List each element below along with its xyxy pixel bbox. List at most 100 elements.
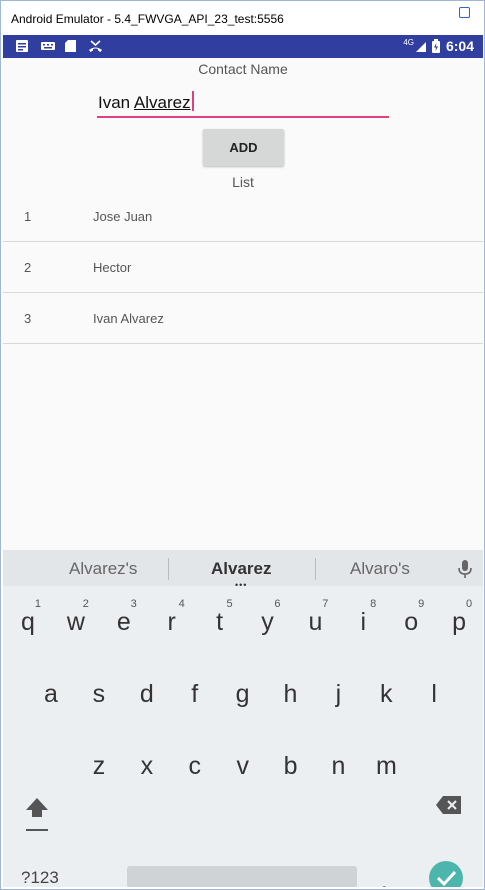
key-a[interactable]: a (29, 666, 73, 722)
key-d[interactable]: d (125, 666, 169, 722)
key-k[interactable]: k (364, 666, 408, 722)
add-button[interactable]: ADD (203, 129, 284, 166)
key-h[interactable]: h (269, 666, 313, 722)
list-item[interactable]: 2 Hector (3, 242, 483, 293)
key-l[interactable]: l (412, 666, 456, 722)
list-item-name: Ivan Alvarez (93, 311, 164, 326)
shift-key-icon[interactable] (23, 794, 51, 834)
suggestion-strip: Alvarez's Alvarez ••• Alvaro's (3, 550, 483, 590)
key-number-hint: 2 (82, 598, 89, 610)
key-letter: e (116, 608, 131, 636)
microphone-icon[interactable] (457, 559, 473, 579)
key-letter: l (431, 680, 437, 708)
missed-call-icon (89, 40, 102, 52)
key-g[interactable]: g (221, 666, 265, 722)
suggestion-divider (315, 558, 316, 580)
sd-card-icon (65, 40, 76, 52)
key-number-hint: 4 (178, 598, 185, 610)
key-r[interactable]: r4 (150, 594, 194, 650)
soft-keyboard: Alvarez's Alvarez ••• Alvaro's ?123 , . … (3, 550, 483, 887)
key-number-hint: 5 (226, 598, 233, 610)
list-item-name: Hector (93, 260, 132, 275)
battery-icon (432, 39, 440, 53)
key-letter: c (188, 752, 202, 780)
space-bar[interactable] (127, 866, 357, 887)
key-number-hint: 0 (465, 598, 473, 610)
period-key[interactable]: . (381, 868, 388, 887)
key-letter: x (140, 752, 154, 780)
signal-icon (416, 42, 426, 52)
list-label: List (232, 174, 254, 190)
key-letter: s (92, 680, 106, 708)
key-letter: t (216, 608, 224, 636)
list-item[interactable]: 1 Jose Juan (3, 191, 483, 242)
suggestion-center[interactable]: Alvarez (211, 559, 271, 579)
key-letter: d (139, 680, 154, 708)
key-letter: f (191, 680, 199, 708)
contact-name-input[interactable] (97, 88, 389, 118)
key-e[interactable]: e3 (102, 594, 146, 650)
key-t[interactable]: t5 (198, 594, 242, 650)
title-bar: Android Emulator - 5.4_FWVGA_API_23_test… (1, 1, 484, 35)
status-bar: 4G 6:04 (3, 35, 483, 58)
key-letter: p (452, 608, 467, 636)
key-letter: u (308, 608, 323, 636)
key-letter: m (375, 752, 397, 780)
contact-name-label: Contact Name (198, 61, 288, 77)
key-m[interactable]: m (364, 738, 408, 794)
key-u[interactable]: u7 (293, 594, 337, 650)
more-suggestions-icon: ••• (235, 580, 248, 590)
comma-key[interactable]: , (95, 870, 102, 887)
backspace-key-icon[interactable] (435, 794, 463, 816)
key-s[interactable]: s (77, 666, 121, 722)
key-letter: o (404, 608, 419, 636)
key-q[interactable]: q1 (6, 594, 50, 650)
key-n[interactable]: n (317, 738, 361, 794)
key-y[interactable]: y6 (246, 594, 290, 650)
key-letter: k (380, 680, 393, 708)
key-z[interactable]: z (77, 738, 121, 794)
suggestion-left[interactable]: Alvarez's (69, 559, 137, 579)
close-window-icon[interactable] (459, 7, 470, 18)
key-i[interactable]: i8 (341, 594, 385, 650)
list-item[interactable]: 3 Ivan Alvarez (3, 293, 483, 344)
key-letter: q (21, 608, 35, 636)
key-letter: h (283, 680, 298, 708)
key-w[interactable]: w2 (54, 594, 98, 650)
key-letter: j (335, 680, 342, 708)
list-item-number: 3 (24, 311, 32, 326)
key-letter: g (235, 680, 250, 708)
key-f[interactable]: f (173, 666, 217, 722)
key-c[interactable]: c (173, 738, 217, 794)
emulator-window: Android Emulator - 5.4_FWVGA_API_23_test… (0, 0, 485, 890)
key-letter: r (167, 608, 176, 636)
enter-check-icon[interactable] (429, 861, 463, 887)
key-letter: w (66, 608, 85, 636)
key-number-hint: 1 (34, 598, 41, 610)
window-title: Android Emulator - 5.4_FWVGA_API_23_test… (11, 12, 284, 26)
keyboard-icon (41, 42, 55, 50)
contact-list: 1 Jose Juan 2 Hector 3 Ivan Alvarez (3, 191, 483, 344)
key-x[interactable]: x (125, 738, 169, 794)
key-p[interactable]: p0 (437, 594, 481, 650)
suggestion-right[interactable]: Alvaro's (350, 559, 410, 579)
key-letter: y (261, 608, 274, 636)
symbols-key[interactable]: ?123 (21, 868, 59, 887)
list-item-number: 2 (24, 260, 32, 275)
key-o[interactable]: o9 (389, 594, 433, 650)
key-v[interactable]: v (221, 738, 265, 794)
key-j[interactable]: j (316, 666, 360, 722)
key-letter: i (360, 608, 367, 636)
key-letter: b (283, 752, 298, 780)
network-type: 4G (403, 38, 414, 47)
key-b[interactable]: b (269, 738, 313, 794)
key-letter: n (331, 752, 346, 780)
list-item-name: Jose Juan (93, 209, 153, 224)
key-number-hint: 9 (418, 598, 425, 610)
key-number-hint: 3 (130, 598, 137, 610)
notification-icon (16, 40, 28, 52)
key-number-hint: 7 (322, 598, 329, 610)
key-letter: v (236, 752, 249, 780)
device-screen: 4G 6:04 Contact Name Ivan Alvarez ADD Li… (3, 35, 483, 887)
key-letter: z (92, 752, 106, 780)
